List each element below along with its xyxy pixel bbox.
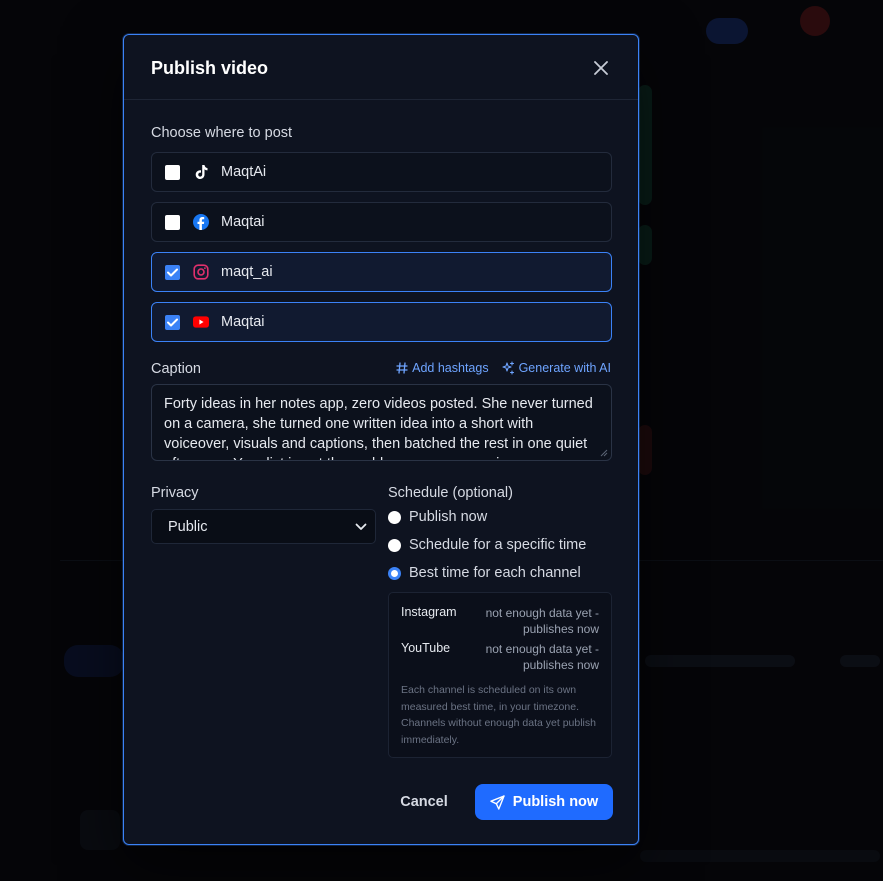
generate-with-ai-button[interactable]: Generate with AI <box>501 361 611 375</box>
checkmark-icon <box>167 268 178 276</box>
best-time-value: not enough data yet - publishes now <box>485 642 599 672</box>
instagram-icon <box>193 264 209 280</box>
channel-option-youtube[interactable]: Maqtai <box>151 302 612 342</box>
checkmark-icon <box>167 318 178 326</box>
channel-name: Maqtai <box>221 214 265 230</box>
radio-label: Publish now <box>409 509 488 525</box>
add-hashtags-button[interactable]: Add hashtags <box>396 361 489 375</box>
channel-checkbox-checked[interactable] <box>165 314 180 330</box>
channel-checkbox-checked[interactable] <box>165 264 180 280</box>
dialog-header: Publish video <box>124 35 638 100</box>
radio-schedule-specific-time[interactable]: Schedule for a specific time <box>388 537 586 553</box>
caption-text: Forty ideas in her notes app, zero video… <box>164 396 593 460</box>
channel-checkbox[interactable] <box>165 164 180 180</box>
best-time-panel: Instagram not enough data yet - publishe… <box>388 592 612 758</box>
chevron-down-icon <box>355 523 367 530</box>
privacy-label: Privacy <box>151 485 199 501</box>
channel-name: MaqtAi <box>221 164 267 180</box>
facebook-icon <box>193 214 209 230</box>
cancel-button[interactable]: Cancel <box>389 784 459 820</box>
caption-textarea[interactable]: Forty ideas in her notes app, zero video… <box>151 384 612 461</box>
add-hashtags-label: Add hashtags <box>412 361 489 375</box>
best-time-row: YouTube not enough data yet - publishes … <box>401 641 599 673</box>
tiktok-icon <box>193 164 209 180</box>
publish-now-button[interactable]: Publish now <box>475 784 613 820</box>
channel-option-instagram[interactable]: maqt_ai <box>151 252 612 292</box>
best-time-row: Instagram not enough data yet - publishe… <box>401 605 599 637</box>
best-time-note: Each channel is scheduled on its own mea… <box>401 684 596 746</box>
sparkles-icon <box>502 361 514 375</box>
close-icon <box>594 61 608 75</box>
best-time-value: not enough data yet - publishes now <box>485 606 599 636</box>
channel-checkbox[interactable] <box>165 214 180 230</box>
caption-label: Caption <box>151 361 201 377</box>
schedule-label: Schedule (optional) <box>388 485 513 501</box>
privacy-value: Public <box>168 518 208 535</box>
channel-name: maqt_ai <box>221 264 273 280</box>
best-time-channel: YouTube <box>401 641 451 655</box>
youtube-icon <box>193 314 209 330</box>
radio-best-time[interactable]: Best time for each channel <box>388 565 581 581</box>
radio-button[interactable] <box>388 510 401 524</box>
caption-actions: Add hashtags Generate with AI <box>396 361 611 375</box>
resize-grip-icon[interactable] <box>600 449 608 457</box>
radio-label: Schedule for a specific time <box>409 537 587 553</box>
radio-button-selected[interactable] <box>388 566 401 580</box>
privacy-select[interactable]: Public <box>151 509 376 544</box>
dialog-title: Publish video <box>151 58 269 78</box>
publish-now-label: Publish now <box>512 794 599 810</box>
hashtag-icon <box>396 362 408 374</box>
channel-option-tiktok[interactable]: MaqtAi <box>151 152 612 192</box>
generate-with-ai-label: Generate with AI <box>518 361 611 375</box>
send-icon <box>490 794 505 810</box>
publish-video-dialog: Publish video Choose where to post MaqtA… <box>123 34 639 845</box>
radio-label: Best time for each channel <box>409 565 581 581</box>
channel-name: Maqtai <box>221 314 265 330</box>
best-time-channel: Instagram <box>401 605 457 619</box>
channel-option-facebook[interactable]: Maqtai <box>151 202 612 242</box>
radio-button[interactable] <box>388 538 401 552</box>
radio-publish-now[interactable]: Publish now <box>388 509 487 525</box>
close-button[interactable] <box>590 57 612 79</box>
choose-where-label: Choose where to post <box>151 125 293 141</box>
